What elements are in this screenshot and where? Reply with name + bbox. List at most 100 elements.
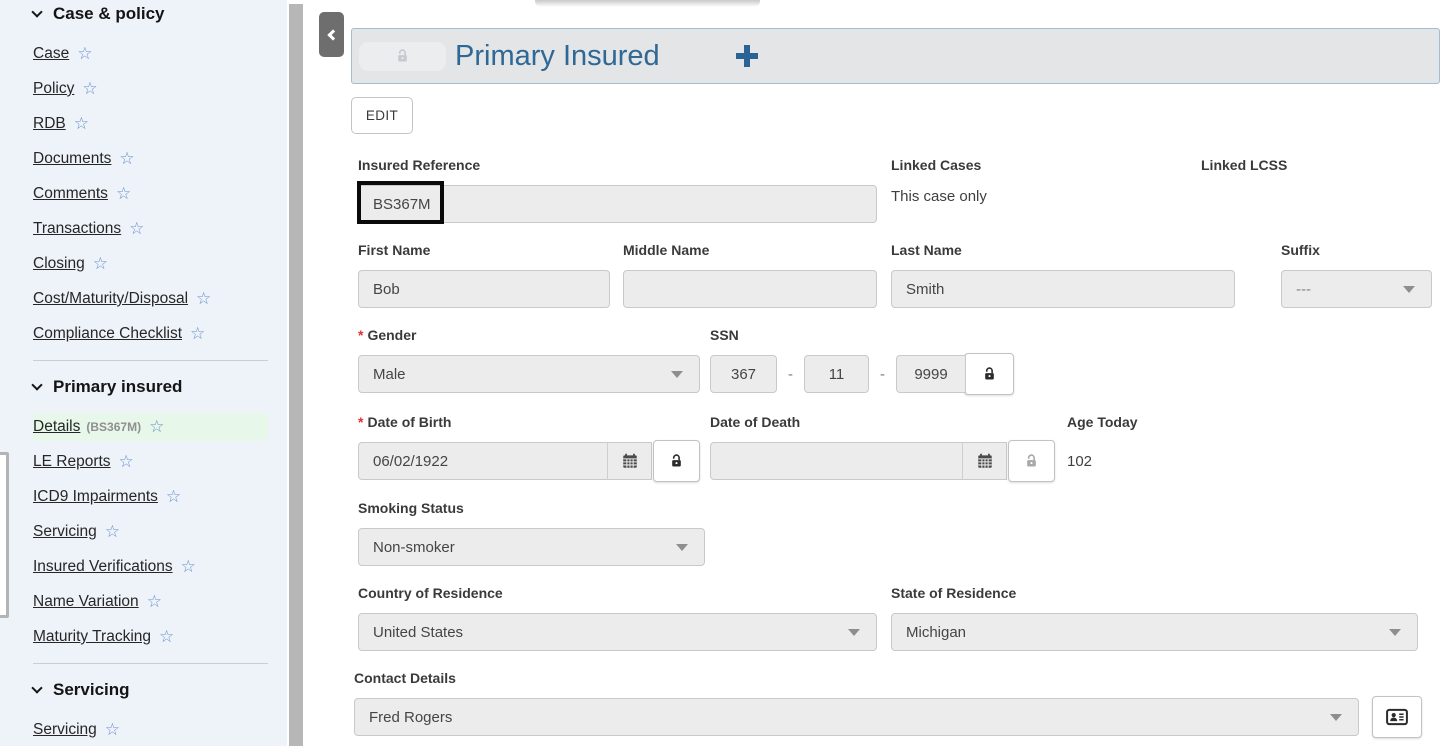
state-of-residence-field: State of Residence Michigan (891, 585, 1418, 653)
sidebar-scrollbar-thumb[interactable] (289, 4, 303, 746)
age-today-value: 102 (1067, 453, 1092, 470)
sidebar-link[interactable]: Servicing (33, 720, 97, 740)
sidebar-link[interactable]: Comments (33, 184, 108, 204)
linked-cases-value: This case only (891, 188, 987, 205)
favorite-star-icon[interactable]: ☆ (149, 419, 164, 435)
favorite-star-icon[interactable]: ☆ (129, 221, 144, 237)
sidebar-link[interactable]: Documents (33, 149, 111, 169)
calendar-icon (621, 452, 639, 470)
sidebar: Case & policy Case ☆ Policy ☆ RDB ☆ Docu… (0, 0, 287, 746)
ssn-unlock-button[interactable] (964, 353, 1014, 395)
field-label: Last Name (891, 242, 1235, 258)
sidebar-section-primary-insured[interactable]: Primary insured (33, 375, 268, 399)
favorite-star-icon[interactable]: ☆ (119, 151, 134, 167)
favorite-star-icon[interactable]: ☆ (116, 186, 131, 202)
sidebar-link[interactable]: Case (33, 44, 69, 64)
ssn-part3-input[interactable]: 9999 (896, 355, 966, 393)
sidebar-item-transactions[interactable]: Transactions ☆ (33, 215, 268, 243)
sidebar-link[interactable]: LE Reports (33, 452, 111, 472)
add-button[interactable] (732, 41, 762, 71)
sidebar-item-cost-maturity-disposal[interactable]: Cost/Maturity/Disposal ☆ (33, 285, 268, 313)
section-title: Servicing (53, 678, 130, 702)
sidebar-link[interactable]: ICD9 Impairments (33, 487, 158, 507)
country-select[interactable]: United States (358, 613, 877, 651)
sidebar-item-closing[interactable]: Closing ☆ (33, 250, 268, 278)
sidebar-link[interactable]: Servicing (33, 522, 97, 542)
sidebar-item-servicing-2[interactable]: Servicing ☆ (33, 716, 268, 744)
sidebar-link[interactable]: Policy (33, 79, 74, 99)
favorite-star-icon[interactable]: ☆ (181, 559, 196, 575)
insured-reference-input[interactable]: BS367M (358, 185, 877, 223)
field-label: Country of Residence (358, 585, 877, 601)
favorite-star-icon[interactable]: ☆ (93, 256, 108, 272)
sidebar-item-maturity-tracking[interactable]: Maturity Tracking ☆ (33, 623, 268, 651)
insured-ref-badge: (BS367M) (86, 417, 141, 437)
section-header-bar: Primary Insured (351, 28, 1440, 84)
sidebar-item-icd9-impairments[interactable]: ICD9 Impairments ☆ (33, 483, 268, 511)
favorite-star-icon[interactable]: ☆ (196, 291, 211, 307)
dropdown-arrow-icon (671, 371, 683, 378)
calendar-button[interactable] (962, 442, 1006, 480)
page-title: Primary Insured (455, 40, 660, 73)
sidebar-item-documents[interactable]: Documents ☆ (33, 145, 268, 173)
contact-card-icon (1386, 708, 1408, 726)
sidebar-item-insured-verifications[interactable]: Insured Verifications ☆ (33, 553, 268, 581)
field-label: State of Residence (891, 585, 1418, 601)
sidebar-item-name-variation[interactable]: Name Variation ☆ (33, 588, 268, 616)
sidebar-item-compliance-checklist[interactable]: Compliance Checklist ☆ (33, 320, 268, 348)
favorite-star-icon[interactable]: ☆ (105, 722, 120, 738)
sidebar-item-policy[interactable]: Policy ☆ (33, 75, 268, 103)
sidebar-item-servicing[interactable]: Servicing ☆ (33, 518, 268, 546)
sidebar-item-details[interactable]: Details (BS367M) ☆ (33, 413, 268, 441)
favorite-star-icon[interactable]: ☆ (105, 524, 120, 540)
sidebar-item-comments[interactable]: Comments ☆ (33, 180, 268, 208)
ssn-separator: - (880, 366, 885, 383)
sidebar-link[interactable]: RDB (33, 114, 66, 134)
collapse-sidebar-button[interactable] (319, 12, 344, 57)
favorite-star-icon[interactable]: ☆ (166, 489, 181, 505)
favorite-star-icon[interactable]: ☆ (119, 454, 134, 470)
smoking-status-select[interactable]: Non-smoker (358, 528, 705, 566)
edit-button[interactable]: EDIT (351, 97, 413, 134)
sidebar-link[interactable]: Details (33, 417, 80, 437)
sidebar-link[interactable]: Insured Verifications (33, 557, 173, 577)
favorite-star-icon[interactable]: ☆ (159, 629, 174, 645)
favorite-star-icon[interactable]: ☆ (77, 46, 92, 62)
suffix-select[interactable]: --- (1281, 270, 1432, 308)
sidebar-item-le-reports[interactable]: LE Reports ☆ (33, 448, 268, 476)
favorite-star-icon[interactable]: ☆ (82, 81, 97, 97)
sidebar-link[interactable]: Transactions (33, 219, 121, 239)
favorite-star-icon[interactable]: ☆ (147, 594, 162, 610)
first-name-input[interactable]: Bob (358, 270, 610, 308)
chevron-down-icon (31, 682, 42, 693)
calendar-button[interactable] (607, 442, 651, 480)
contact-details-select[interactable]: Fred Rogers (354, 698, 1359, 736)
contact-card-button[interactable] (1372, 696, 1422, 738)
gender-select[interactable]: Male (358, 355, 700, 393)
sidebar-link[interactable]: Maturity Tracking (33, 627, 151, 647)
dob-unlock-button[interactable] (653, 440, 700, 482)
sidebar-link[interactable]: Cost/Maturity/Disposal (33, 289, 188, 309)
sidebar-link[interactable]: Name Variation (33, 592, 139, 612)
sidebar-section-servicing[interactable]: Servicing (33, 678, 268, 702)
dod-unlock-button[interactable] (1008, 440, 1055, 482)
sidebar-divider (33, 663, 268, 664)
field-label: Insured Reference (358, 157, 877, 173)
linked-lcss-field: Linked LCSS (1201, 157, 1287, 173)
unlock-icon (982, 366, 997, 382)
favorite-star-icon[interactable]: ☆ (74, 116, 89, 132)
chevron-down-icon (31, 379, 42, 390)
ssn-part2-input[interactable]: 11 (804, 355, 869, 393)
sidebar-item-case[interactable]: Case ☆ (33, 40, 268, 68)
favorite-star-icon[interactable]: ☆ (190, 326, 205, 342)
last-name-input[interactable]: Smith (891, 270, 1235, 308)
sidebar-link[interactable]: Closing (33, 254, 85, 274)
date-of-birth-input[interactable]: 06/02/1922 (359, 453, 607, 470)
middle-name-input[interactable] (623, 270, 877, 308)
ssn-part1-input[interactable]: 367 (710, 355, 777, 393)
sidebar-link[interactable]: Compliance Checklist (33, 324, 182, 344)
sidebar-section-case-policy[interactable]: Case & policy (33, 2, 268, 26)
sidebar-item-rdb[interactable]: RDB ☆ (33, 110, 268, 138)
state-select[interactable]: Michigan (891, 613, 1418, 651)
field-label: *Date of Birth (358, 414, 700, 430)
